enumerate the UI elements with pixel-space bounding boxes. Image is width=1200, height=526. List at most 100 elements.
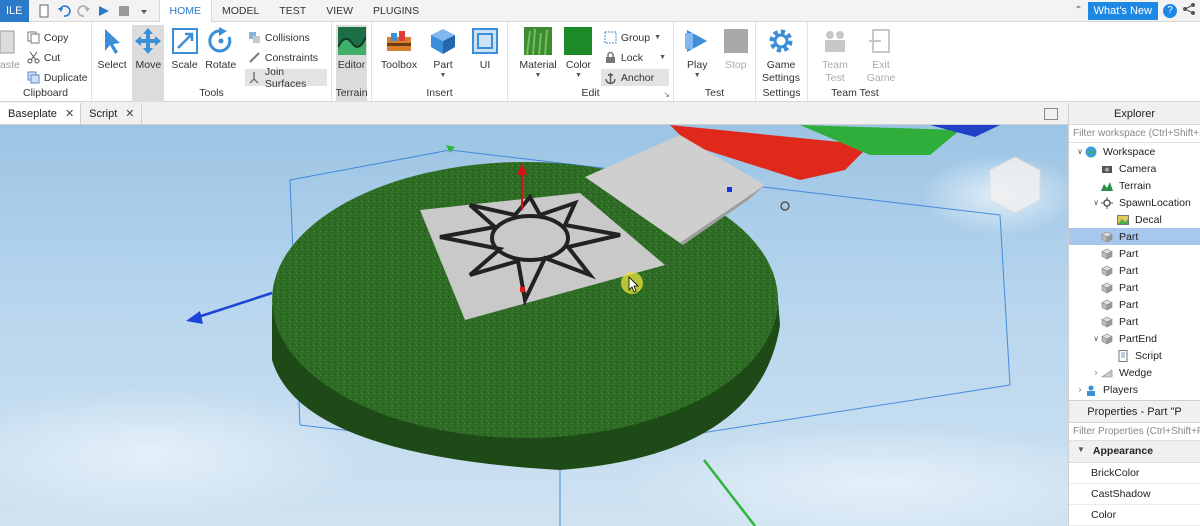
collisions-toggle[interactable]: Collisions (245, 29, 327, 46)
part-icon (1101, 333, 1113, 345)
properties-filter-input[interactable]: Filter Properties (Ctrl+Shift+P) (1069, 423, 1200, 441)
explorer-item-label: Workspace (1103, 145, 1156, 158)
redo-icon[interactable] (76, 4, 91, 18)
quick-access-toolbar (29, 4, 159, 18)
cursor-icon (98, 27, 126, 55)
stop-icon[interactable] (117, 4, 131, 18)
ui-icon (471, 27, 499, 55)
close-tab-icon[interactable]: ✕ (125, 107, 134, 120)
lock-button[interactable]: Lock ▼ (601, 49, 669, 66)
part-icon (1101, 265, 1113, 277)
play-dropdown-caret-icon[interactable]: ▼ (694, 72, 701, 79)
undo-icon[interactable] (57, 4, 71, 18)
new-file-icon[interactable] (37, 4, 51, 18)
insert-group: Toolbox Part ▼ UI Insert (372, 22, 508, 102)
join-surfaces-toggle[interactable]: Join Surfaces (244, 66, 327, 90)
test-group: Play ▼ Stop Test (674, 22, 756, 102)
ribbon: aste Copy Cut Duplicate Clipboard Select… (0, 22, 1200, 102)
part-dropdown-caret-icon[interactable]: ▼ (440, 72, 447, 79)
explorer-item-part[interactable]: Part (1069, 279, 1200, 296)
play-icon (683, 27, 711, 55)
stop-square-icon (722, 27, 750, 55)
explorer-item-part[interactable]: Part (1069, 262, 1200, 279)
explorer-item-part[interactable]: Part (1069, 228, 1200, 245)
copy-button[interactable]: Copy (24, 29, 91, 46)
restore-window-icon[interactable] (1044, 108, 1058, 120)
cut-button[interactable]: Cut (24, 49, 91, 66)
move-handle-dot[interactable] (520, 287, 525, 292)
close-tab-icon[interactable]: ✕ (65, 107, 74, 120)
explorer-item-part[interactable]: Part (1069, 245, 1200, 262)
constraints-toggle[interactable]: Constraints (245, 49, 327, 66)
explorer-item-script[interactable]: Script (1069, 347, 1200, 364)
file-menu[interactable]: ILE (0, 0, 29, 22)
anchor-button[interactable]: Anchor (600, 69, 669, 86)
explorer-item-part[interactable]: Part (1069, 313, 1200, 330)
tab-model[interactable]: MODEL (212, 0, 269, 22)
explorer-filter-input[interactable]: Filter workspace (Ctrl+Shift+X) (1069, 125, 1200, 143)
edit-expand-icon[interactable]: ↘ (663, 90, 670, 99)
exit-game-icon (867, 27, 895, 55)
handle-dot[interactable] (727, 187, 732, 192)
clipboard-group: aste Copy Cut Duplicate Clipboard (0, 22, 92, 102)
duplicate-button[interactable]: Duplicate (24, 69, 91, 86)
explorer-item-players[interactable]: › Players (1069, 381, 1200, 398)
3d-viewport[interactable] (0, 125, 1068, 526)
edit-group-label: Edit (581, 87, 600, 99)
collapse-arrow-icon[interactable]: › (1091, 368, 1101, 377)
explorer-item-label: Part (1119, 247, 1139, 260)
toolbox-icon (385, 27, 413, 55)
explorer-item-wedge[interactable]: › Wedge (1069, 364, 1200, 381)
move-arrow-z[interactable] (446, 145, 455, 153)
team-test-icon (821, 27, 849, 55)
insert-group-label: Insert (426, 87, 453, 99)
explorer-item-part[interactable]: Part (1069, 296, 1200, 313)
explorer-item-camera[interactable]: Camera (1069, 160, 1200, 177)
terrain-group: Editor Terrain (332, 22, 372, 102)
group-button[interactable]: Group ▼ (601, 29, 669, 46)
cut-icon (27, 51, 40, 64)
scale-icon (171, 27, 199, 55)
rotate-icon (207, 27, 235, 55)
whats-new-button[interactable]: What's New (1087, 1, 1158, 20)
explorer-item-workspace[interactable]: ∨ Workspace (1069, 143, 1200, 160)
material-icon (524, 27, 552, 55)
explorer-item-terrain[interactable]: Terrain (1069, 177, 1200, 194)
tab-test[interactable]: TEST (269, 0, 316, 22)
property-row-castshadow[interactable]: CastShadow (1069, 484, 1200, 505)
explorer-item-label: Terrain (1119, 179, 1152, 192)
expand-arrow-icon[interactable]: ∨ (1075, 147, 1085, 156)
copy-icon (27, 31, 40, 44)
tab-baseplate[interactable]: Baseplate ✕ (0, 103, 82, 124)
tab-home[interactable]: HOME (158, 0, 213, 22)
expand-arrow-icon[interactable]: ∨ (1091, 198, 1101, 207)
share-icon[interactable] (1182, 2, 1196, 19)
collapse-arrow-icon[interactable]: › (1075, 385, 1085, 394)
move-arrow-x[interactable] (186, 311, 203, 324)
material-dropdown-caret-icon[interactable]: ▼ (535, 72, 542, 79)
explorer-item-spawnlocation[interactable]: ∨ SpawnLocation (1069, 194, 1200, 211)
properties-panel: Properties - Part "P Filter Properties (… (1068, 400, 1200, 526)
tab-plugins[interactable]: PLUGINS (363, 0, 429, 22)
spawn-icon (1101, 196, 1113, 209)
rotate-pivot-marker[interactable] (780, 201, 790, 211)
property-row-brickcolor[interactable]: BrickColor (1069, 463, 1200, 484)
explorer-item-decal[interactable]: Decal (1069, 211, 1200, 228)
terrain-group-label: Terrain (335, 87, 368, 99)
property-row-color[interactable]: Color (1069, 505, 1200, 526)
explorer-item-label: Part (1119, 315, 1139, 328)
play-mode-icon[interactable] (97, 4, 111, 18)
move-arrows-icon (134, 27, 162, 55)
explorer-title: Explorer (1069, 103, 1200, 125)
help-icon[interactable]: ? (1163, 3, 1177, 18)
tab-view[interactable]: VIEW (316, 0, 363, 22)
settings-group-label: Settings (762, 87, 801, 99)
collapse-ribbon-icon[interactable]: ⌃ (1074, 5, 1082, 16)
expand-arrow-icon[interactable]: ∨ (1091, 334, 1101, 343)
color-dropdown-caret-icon[interactable]: ▼ (575, 72, 582, 79)
explorer-item-label: Wedge (1119, 366, 1153, 379)
tab-script[interactable]: Script ✕ (81, 103, 142, 124)
customize-dropdown-icon[interactable] (137, 4, 151, 18)
explorer-item-partend[interactable]: ∨ PartEnd (1069, 330, 1200, 347)
property-category-appearance[interactable]: ▼ Appearance (1069, 441, 1200, 463)
